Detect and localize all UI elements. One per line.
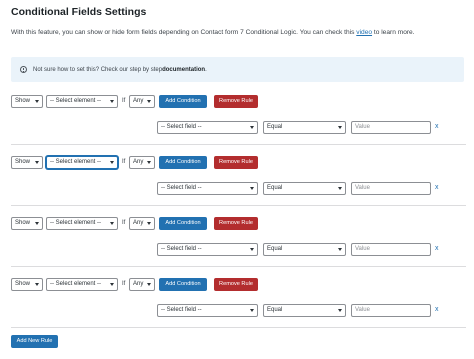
divider — [11, 144, 466, 145]
match-select[interactable]: Any — [129, 217, 155, 230]
divider — [11, 266, 466, 267]
chevron-down-icon — [110, 161, 114, 164]
action-select[interactable]: Show — [11, 278, 43, 291]
chevron-down-icon — [147, 222, 151, 225]
match-select[interactable]: Any — [129, 156, 155, 169]
action-select[interactable]: Show — [11, 217, 43, 230]
add-condition-button[interactable]: Add Condition — [159, 95, 207, 108]
rule-block: Show -- Select element -- If Any Add Con… — [11, 278, 466, 328]
page-description: With this feature, you can show or hide … — [11, 29, 415, 36]
chevron-down-icon — [250, 309, 254, 312]
value-input[interactable]: Value — [351, 243, 431, 256]
chevron-down-icon — [250, 248, 254, 251]
chevron-down-icon — [147, 283, 151, 286]
add-new-rule-button[interactable]: Add New Rule — [11, 335, 58, 348]
field-select[interactable]: -- Select field -- — [157, 304, 258, 317]
chevron-down-icon — [110, 283, 114, 286]
field-select[interactable]: -- Select field -- — [157, 243, 258, 256]
if-label: If — [122, 98, 126, 104]
divider — [11, 205, 466, 206]
action-select[interactable]: Show — [11, 95, 43, 108]
chevron-down-icon — [35, 222, 39, 225]
info-icon — [20, 66, 27, 73]
chevron-down-icon — [110, 100, 114, 103]
rule-block: Show -- Select element -- If Any Add Con… — [11, 156, 466, 206]
remove-rule-button[interactable]: Remove Rule — [214, 278, 258, 291]
rule-block: Show -- Select element -- If Any Add Con… — [11, 95, 466, 145]
remove-condition-icon[interactable]: x — [435, 245, 439, 252]
operator-select[interactable]: Equal — [263, 182, 346, 195]
add-condition-button[interactable]: Add Condition — [159, 156, 207, 169]
if-label: If — [122, 220, 126, 226]
page-title: Conditional Fields Settings — [11, 6, 147, 18]
value-input[interactable]: Value — [351, 304, 431, 317]
chevron-down-icon — [147, 161, 151, 164]
divider — [11, 327, 466, 328]
chevron-down-icon — [110, 222, 114, 225]
value-input[interactable]: Value — [351, 182, 431, 195]
chevron-down-icon — [250, 126, 254, 129]
if-label: If — [122, 159, 126, 165]
chevron-down-icon — [338, 126, 342, 129]
chevron-down-icon — [250, 187, 254, 190]
field-select[interactable]: -- Select field -- — [157, 121, 258, 134]
element-select[interactable]: -- Select element -- — [46, 156, 118, 169]
chevron-down-icon — [35, 100, 39, 103]
remove-rule-button[interactable]: Remove Rule — [214, 156, 258, 169]
video-link[interactable]: video — [356, 29, 372, 36]
add-condition-button[interactable]: Add Condition — [159, 278, 207, 291]
action-select[interactable]: Show — [11, 156, 43, 169]
remove-condition-icon[interactable]: x — [435, 123, 439, 130]
remove-condition-icon[interactable]: x — [435, 184, 439, 191]
description-text: With this feature, you can show or hide … — [11, 29, 357, 36]
if-label: If — [122, 281, 126, 287]
chevron-down-icon — [35, 283, 39, 286]
help-notice: Not sure how to set this? Check our step… — [11, 57, 464, 82]
chevron-down-icon — [338, 248, 342, 251]
operator-select[interactable]: Equal — [263, 304, 346, 317]
add-condition-button[interactable]: Add Condition — [159, 217, 207, 230]
field-select[interactable]: -- Select field -- — [157, 182, 258, 195]
element-select[interactable]: -- Select element -- — [46, 278, 118, 291]
chevron-down-icon — [35, 161, 39, 164]
description-text-end: to learn more. — [372, 29, 415, 36]
value-input[interactable]: Value — [351, 121, 431, 134]
element-select[interactable]: -- Select element -- — [46, 95, 118, 108]
remove-condition-icon[interactable]: x — [435, 306, 439, 313]
chevron-down-icon — [338, 309, 342, 312]
operator-select[interactable]: Equal — [263, 121, 346, 134]
documentation-link[interactable]: documentation — [162, 67, 205, 73]
match-select[interactable]: Any — [129, 95, 155, 108]
chevron-down-icon — [338, 187, 342, 190]
notice-text-end: . — [205, 66, 207, 73]
operator-select[interactable]: Equal — [263, 243, 346, 256]
remove-rule-button[interactable]: Remove Rule — [214, 95, 258, 108]
rule-block: Show -- Select element -- If Any Add Con… — [11, 217, 466, 267]
match-select[interactable]: Any — [129, 278, 155, 291]
chevron-down-icon — [147, 100, 151, 103]
remove-rule-button[interactable]: Remove Rule — [214, 217, 258, 230]
element-select[interactable]: -- Select element -- — [46, 217, 118, 230]
notice-text: Not sure how to set this? Check our step… — [33, 66, 163, 73]
